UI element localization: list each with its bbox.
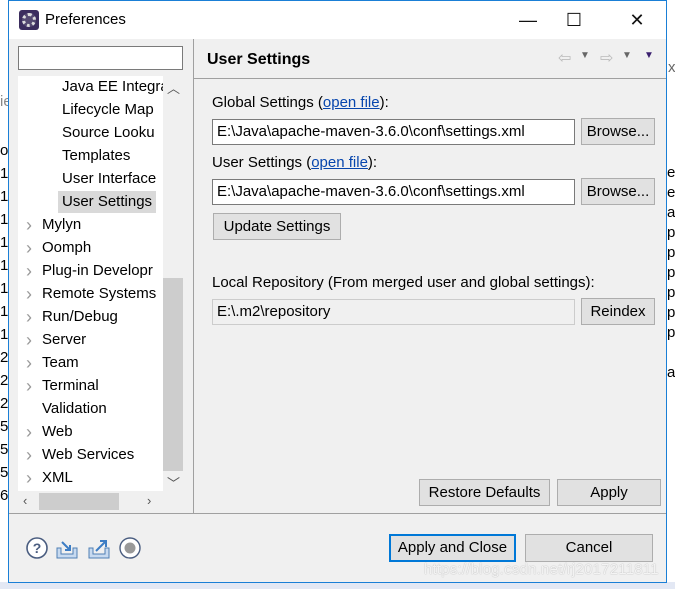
record-icon[interactable] [118,536,142,560]
chevron-right-icon[interactable]: › [26,445,32,466]
minimize-button[interactable]: — [505,1,551,39]
user-browse-button[interactable]: Browse... [581,178,655,205]
global-browse-button[interactable]: Browse... [581,118,655,145]
user-open-file-link[interactable]: open file [311,154,368,171]
tree-horizontal-scroll-thumb[interactable] [39,493,119,510]
scroll-down-icon[interactable]: ﹀ [167,473,180,492]
background-text-fragment: a [667,204,675,221]
chevron-right-icon[interactable]: › [26,261,32,282]
filter-input[interactable] [18,46,183,70]
background-text-fragment: p [667,304,675,321]
tree-item[interactable]: Run/Debug [42,306,118,328]
update-settings-button[interactable]: Update Settings [213,213,341,240]
tree-vertical-scroll-thumb[interactable] [163,278,183,471]
tree-item[interactable]: Mylyn [42,214,81,236]
close-button[interactable]: ✕ [614,1,660,39]
restore-defaults-button[interactable]: Restore Defaults [419,479,550,506]
user-settings-input[interactable]: E:\Java\apache-maven-3.6.0\conf\settings… [212,179,575,205]
tree-item[interactable]: Lifecycle Map [58,99,158,121]
user-settings-label: User Settings (open file): [212,154,378,171]
view-menu-icon[interactable]: ▼ [644,50,654,61]
background-text-fragment: x [668,59,675,76]
back-arrow-icon[interactable]: ⇦ [558,48,571,68]
forward-arrow-icon[interactable]: ⇨ [600,48,613,68]
chevron-right-icon[interactable]: › [26,330,32,351]
global-settings-input[interactable]: E:\Java\apache-maven-3.6.0\conf\settings… [212,119,575,145]
page-title: User Settings [207,51,311,68]
chevron-right-icon[interactable]: › [26,215,32,236]
tree-item[interactable]: Team [42,352,79,374]
tree-item[interactable]: Templates [58,145,134,167]
tree-item[interactable]: Plug-in Developr [42,260,153,282]
chevron-right-icon[interactable]: › [26,376,32,397]
background-text-fragment: e [667,184,675,201]
forward-dropdown-icon[interactable]: ▼ [622,50,632,61]
back-dropdown-icon[interactable]: ▼ [580,50,590,61]
preferences-dialog: Preferences — ☐ ✕ Java EE Integra Lifecyc… [8,0,667,583]
apply-button[interactable]: Apply [557,479,661,506]
tree-item[interactable]: Web Services [42,444,134,466]
apply-and-close-button[interactable]: Apply and Close [389,534,516,562]
maximize-button[interactable]: ☐ [551,1,597,39]
global-settings-label: Global Settings (open file): [212,94,389,111]
watermark: https://blog.csdn.net/rj2017211811 [424,561,659,578]
background-text-fragment: p [667,244,675,261]
window-title: Preferences [45,11,126,28]
background-text-fragment: p [667,324,675,341]
background-window-bottom [0,582,675,589]
local-repository-input[interactable]: E:\.m2\repository [212,299,575,325]
tree-item[interactable]: User Interface [58,168,160,190]
scroll-right-icon[interactable]: › [147,493,151,508]
tree-item[interactable]: Oomph [42,237,91,259]
svg-text:?: ? [33,540,42,556]
chevron-right-icon[interactable]: › [26,468,32,489]
tree-item[interactable]: Validation [42,398,107,420]
eclipse-icon [19,10,39,30]
background-text-fragment: p [667,284,675,301]
tree-item[interactable]: XML [42,467,73,489]
page-header: User Settings ⇦ ▼ ⇨ ▼ ▼ [194,39,666,79]
background-text-fragment: p [667,224,675,241]
scroll-up-icon[interactable]: ︿ [167,78,180,97]
tree-item[interactable]: Server [42,329,86,351]
background-text-fragment: a [667,364,675,381]
divider [9,513,666,514]
export-icon[interactable] [87,536,111,560]
sash-divider[interactable] [193,39,194,513]
background-text-fragment: e [667,164,675,181]
chevron-right-icon[interactable]: › [26,284,32,305]
tree-item[interactable]: Web [42,421,73,443]
chevron-right-icon[interactable]: › [26,238,32,259]
chevron-right-icon[interactable]: › [26,353,32,374]
tree-item[interactable]: Java EE Integra [58,76,173,98]
reindex-button[interactable]: Reindex [581,298,655,325]
preference-tree: Java EE Integra Lifecycle Map Source Looku… [18,76,183,511]
cancel-button[interactable]: Cancel [525,534,653,562]
title-bar: Preferences — ☐ ✕ [9,1,666,39]
background-text-fragment: p [667,264,675,281]
local-repository-label: Local Repository (From merged user and g… [212,274,595,291]
chevron-right-icon[interactable]: › [26,307,32,328]
chevron-right-icon[interactable]: › [26,422,32,443]
import-icon[interactable] [55,536,79,560]
help-icon[interactable]: ? [25,536,49,560]
tree-item[interactable]: Terminal [42,375,99,397]
scroll-left-icon[interactable]: ‹ [23,493,27,508]
tree-item[interactable]: Source Looku [58,122,159,144]
global-open-file-link[interactable]: open file [323,94,380,111]
tree-item[interactable]: Remote Systems [42,283,156,305]
tree-item[interactable]: User Settings [58,191,157,213]
